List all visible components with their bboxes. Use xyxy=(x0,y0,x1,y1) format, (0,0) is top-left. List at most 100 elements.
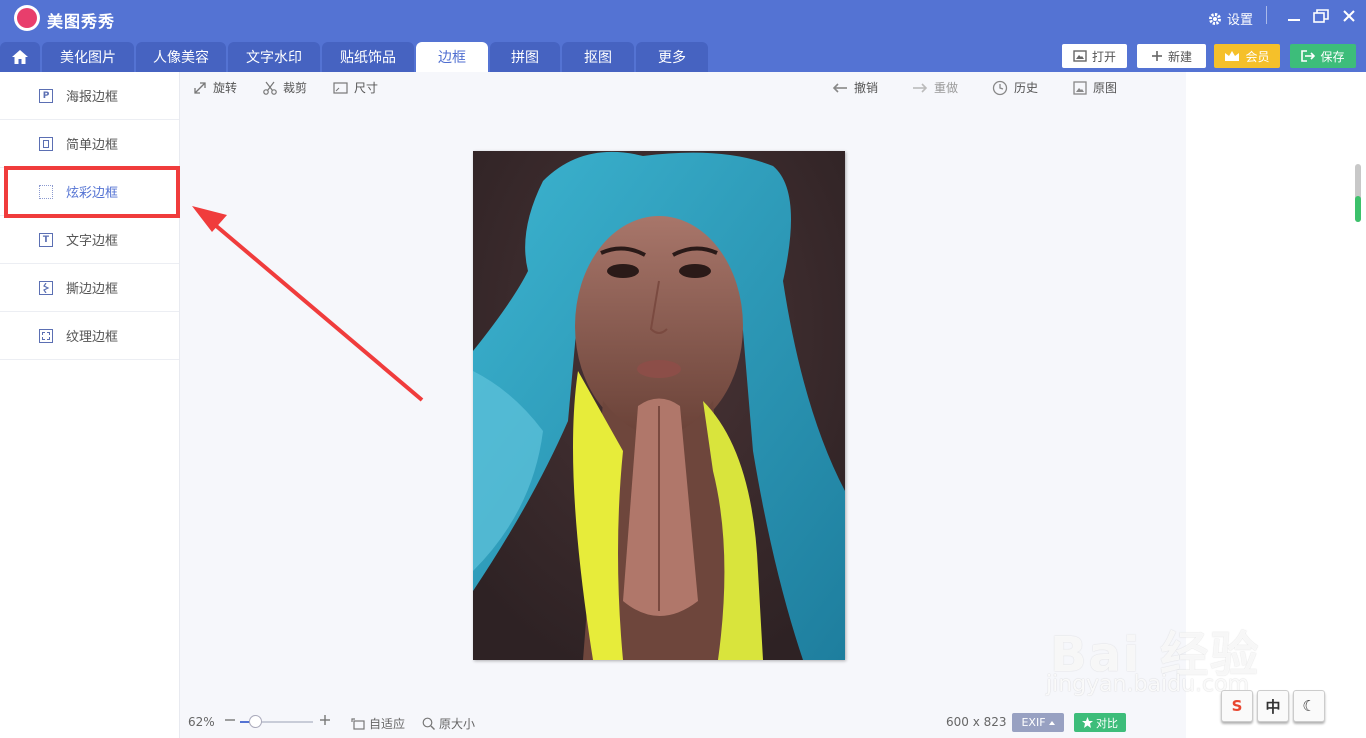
fit-label: 自适应 xyxy=(369,717,406,731)
sogou-ime-icon[interactable]: S xyxy=(1221,690,1253,722)
rotate-label: 旋转 xyxy=(213,81,238,95)
rotate-button[interactable]: 旋转 xyxy=(193,79,237,96)
image-icon xyxy=(1073,50,1087,62)
undo-arrow-icon xyxy=(832,82,847,93)
tab-border[interactable]: 边框 xyxy=(416,42,488,72)
minimize-icon xyxy=(1288,19,1300,21)
ime-moon-button[interactable]: ☾ xyxy=(1293,690,1325,722)
tab-beautify[interactable]: 美化图片 xyxy=(42,42,134,72)
sidebar-item-torn-border[interactable]: 撕边边框 xyxy=(0,264,179,312)
picture-icon xyxy=(1073,80,1087,95)
undo-label: 撤销 xyxy=(854,81,879,95)
sidebar-item-text-border[interactable]: T 文字边框 xyxy=(0,216,179,264)
vip-label: 会员 xyxy=(1245,49,1270,64)
close-button[interactable] xyxy=(1339,6,1359,26)
compare-button[interactable]: 对比 xyxy=(1074,713,1126,732)
ime-chinese-mode-button[interactable]: 中 xyxy=(1257,690,1289,722)
close-icon xyxy=(1343,10,1355,22)
redo-label: 重做 xyxy=(934,81,959,95)
fit-icon xyxy=(351,717,365,730)
settings-label: 设置 xyxy=(1227,13,1254,28)
vip-button[interactable]: 会员 xyxy=(1214,44,1280,68)
exif-label: EXIF xyxy=(1021,716,1046,729)
main-tabs: 美化图片 人像美容 文字水印 贴纸饰品 边框 拼图 抠图 更多 xyxy=(0,42,710,72)
tab-more[interactable]: 更多 xyxy=(636,42,708,72)
torn-frame-icon xyxy=(39,280,53,295)
exif-button[interactable]: EXIF xyxy=(1012,713,1064,732)
original-image-button[interactable]: 原图 xyxy=(1073,79,1117,96)
undo-button[interactable]: 撤销 xyxy=(832,79,878,96)
compare-label: 对比 xyxy=(1096,716,1118,730)
redo-button[interactable]: 重做 xyxy=(912,79,958,96)
gear-icon xyxy=(1209,12,1221,25)
actual-size-label: 原大小 xyxy=(439,717,476,731)
new-button[interactable]: 新建 xyxy=(1137,44,1206,68)
portrait-photo-image xyxy=(473,151,845,660)
tab-collage[interactable]: 拼图 xyxy=(490,42,560,72)
redo-arrow-icon xyxy=(913,82,928,93)
zoom-out-button[interactable] xyxy=(225,715,235,725)
poster-icon: P xyxy=(39,88,53,103)
app-logo xyxy=(14,5,40,31)
save-label: 保存 xyxy=(1320,49,1345,64)
annotation-highlight-box xyxy=(4,166,180,218)
magnifier-icon xyxy=(422,717,435,730)
clock-icon xyxy=(992,80,1008,95)
sidebar-item-simple-border[interactable]: 简单边框 xyxy=(0,120,179,168)
minus-icon xyxy=(225,719,235,721)
rotate-icon xyxy=(194,81,206,94)
history-button[interactable]: 历史 xyxy=(992,79,1038,96)
size-label: 尺寸 xyxy=(354,81,379,95)
fit-to-window-button[interactable]: 自适应 xyxy=(351,715,405,732)
zoom-slider-handle[interactable] xyxy=(248,715,262,728)
image-dimensions: 600 x 823 xyxy=(946,715,1007,729)
zoom-in-button[interactable] xyxy=(320,715,330,725)
sidebar-item-texture-border[interactable]: 纹理边框 xyxy=(0,312,179,360)
sidebar-item-poster-border[interactable]: P 海报边框 xyxy=(0,72,179,120)
text-frame-icon: T xyxy=(39,232,53,247)
sidebar-item-label: 文字边框 xyxy=(66,234,119,249)
scrollbar-thumb[interactable] xyxy=(1355,196,1361,222)
zoom-percentage: 62% xyxy=(188,715,215,729)
save-button[interactable]: 保存 xyxy=(1290,44,1356,68)
home-icon xyxy=(12,50,28,64)
restore-button[interactable] xyxy=(1311,6,1331,26)
new-label: 新建 xyxy=(1167,49,1192,64)
crop-button[interactable]: 裁剪 xyxy=(263,79,307,96)
minimize-button[interactable] xyxy=(1284,6,1304,26)
sidebar-item-label: 海报边框 xyxy=(66,90,119,105)
tab-portrait[interactable]: 人像美容 xyxy=(136,42,226,72)
editor-canvas: 旋转 裁剪 尺寸 撤销 重做 历史 原图 62% 自适应 原大小 600 x 8… xyxy=(180,72,1186,738)
baidu-watermark-url: jingyan.baidu.com xyxy=(1046,672,1250,697)
size-button[interactable]: 尺寸 xyxy=(333,79,378,96)
texture-frame-icon xyxy=(39,328,53,343)
open-button[interactable]: 打开 xyxy=(1062,44,1127,68)
plus-icon xyxy=(1151,51,1162,61)
tab-cutout[interactable]: 抠图 xyxy=(562,42,634,72)
sidebar-item-label: 纹理边框 xyxy=(66,330,119,345)
app-window: 美图秀秀 设置 美化图片 人像美容 文字水印 贴纸饰品 边框 拼图 抠图 更多 … xyxy=(0,0,1366,738)
scissors-icon xyxy=(263,81,277,95)
sidebar-item-label: 简单边框 xyxy=(66,138,119,153)
title-bar: 美图秀秀 设置 美化图片 人像美容 文字水印 贴纸饰品 边框 拼图 抠图 更多 … xyxy=(0,0,1366,72)
sidebar-item-label: 撕边边框 xyxy=(66,282,119,297)
settings-button[interactable]: 设置 xyxy=(1208,9,1253,28)
resize-icon xyxy=(333,81,348,94)
crop-label: 裁剪 xyxy=(283,81,308,95)
simple-frame-icon xyxy=(39,136,53,151)
titlebar-divider xyxy=(1266,6,1267,24)
restore-icon xyxy=(1313,9,1329,23)
original-label: 原图 xyxy=(1093,81,1118,95)
tab-stickers[interactable]: 贴纸饰品 xyxy=(322,42,414,72)
actual-size-button[interactable]: 原大小 xyxy=(422,715,475,732)
tab-text-watermark[interactable]: 文字水印 xyxy=(228,42,320,72)
plus-icon xyxy=(320,715,330,725)
history-label: 历史 xyxy=(1014,81,1039,95)
app-title: 美图秀秀 xyxy=(47,12,116,31)
caret-up-icon xyxy=(1048,720,1055,725)
open-label: 打开 xyxy=(1091,49,1116,64)
edited-photo[interactable] xyxy=(473,151,845,660)
compare-star-icon xyxy=(1082,717,1093,728)
tab-home[interactable] xyxy=(0,42,40,72)
crown-icon xyxy=(1225,51,1240,61)
